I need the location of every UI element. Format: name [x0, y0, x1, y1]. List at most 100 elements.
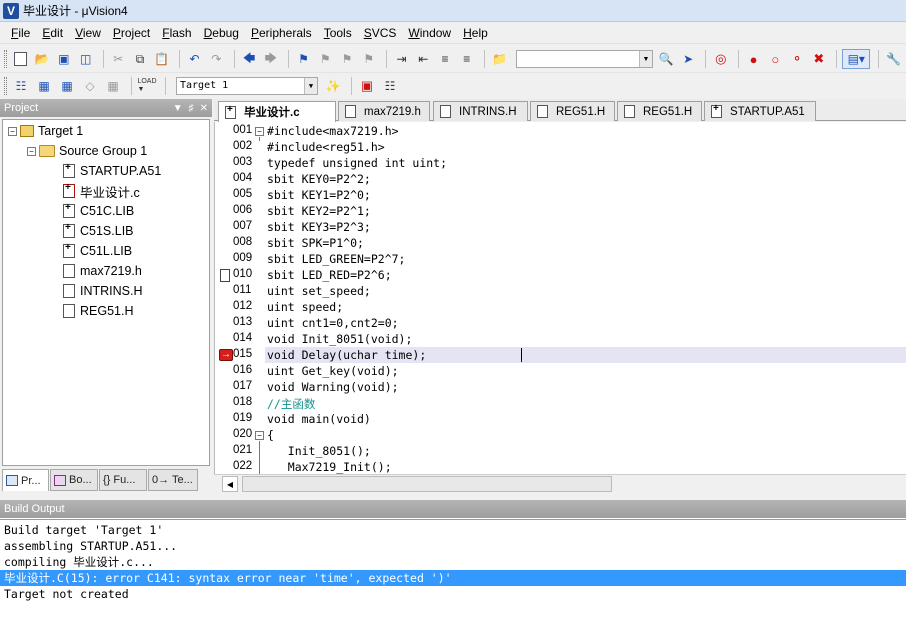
menu-project[interactable]: Project [108, 23, 157, 43]
line-gutter[interactable]: 001 002 003 004 005 006 007 008 009 010 011 012 013 0… [215, 122, 265, 474]
tree-item-file[interactable]: 毕业设计.c [63, 182, 140, 200]
tree-item-file[interactable]: STARTUP.A51 [63, 162, 161, 180]
tree-item-file[interactable]: REG51.H [63, 302, 134, 320]
bookmark-next-button[interactable]: ⚑ [338, 49, 357, 69]
output-error-line[interactable]: 毕业设计.C(15): error C141: syntax error nea… [0, 570, 906, 586]
tree-item-file[interactable]: C51C.LIB [63, 202, 134, 220]
menu-tools[interactable]: Tools [319, 23, 359, 43]
nav-forward-button[interactable]: 🡆 [261, 49, 280, 69]
menu-svcs[interactable]: SVCS [359, 23, 404, 43]
find-button[interactable]: 🔍 [657, 49, 676, 69]
menu-file[interactable]: File [6, 23, 37, 43]
fold-toggle-icon[interactable]: − [255, 431, 264, 440]
indent-button[interactable]: ⇥ [392, 49, 411, 69]
menu-debug[interactable]: Debug [199, 23, 246, 43]
scrollbar-thumb[interactable] [242, 476, 612, 492]
bookmark-prev-button[interactable]: ⚑ [316, 49, 335, 69]
tree-item-target[interactable]: − Target 1 [8, 122, 83, 140]
fold-toggle-icon[interactable]: − [255, 127, 264, 136]
new-file-button[interactable] [11, 49, 30, 69]
save-button[interactable]: ▣ [54, 49, 73, 69]
menu-window[interactable]: Window [403, 23, 458, 43]
build-output-text[interactable]: Build target 'Target 1' assembling START… [0, 519, 906, 620]
configure-button[interactable]: 🔧 [884, 49, 903, 69]
tree-item-file[interactable]: INTRINS.H [63, 282, 143, 300]
translate-button[interactable]: ☷ [11, 76, 31, 96]
tree-item-file[interactable]: C51S.LIB [63, 222, 134, 240]
open-button[interactable]: 📂 [33, 49, 52, 69]
comment-button[interactable]: ≡ [436, 49, 455, 69]
window-layout-button[interactable]: ▤▾ [842, 49, 871, 69]
chevron-down-icon[interactable]: ▼ [638, 51, 652, 67]
save-all-button[interactable]: ◫ [76, 49, 95, 69]
chevron-down-icon[interactable]: ▼ [304, 78, 317, 94]
unindent-button[interactable]: ⇤ [414, 49, 433, 69]
bookmark-toggle-button[interactable]: ⚑ [294, 49, 313, 69]
copy-button[interactable]: ⧉ [131, 49, 150, 69]
tab-file[interactable]: REG51.H [530, 101, 615, 121]
find-combo[interactable]: ▼ [515, 50, 653, 68]
enable-breakpoint-button[interactable]: ○ [766, 49, 785, 69]
horizontal-scrollbar[interactable]: ◀ [214, 474, 906, 492]
build-button[interactable]: ▦ [34, 76, 54, 96]
batch-build-button[interactable]: ◇ [80, 76, 100, 96]
bookmark-icon[interactable] [220, 269, 230, 282]
tree-item-file[interactable]: max7219.h [63, 262, 142, 280]
incremental-find-button[interactable]: ➤ [679, 49, 698, 69]
find-in-files-icon: 📁 [492, 52, 507, 66]
cut-button[interactable]: ✂ [109, 49, 128, 69]
find-in-files-button[interactable]: 📁 [490, 49, 509, 69]
stop-build-button[interactable]: ▦ [103, 76, 123, 96]
tab-functions[interactable]: {} Fu... [99, 469, 147, 491]
tab-file[interactable]: STARTUP.A51 [704, 101, 816, 121]
kill-all-breakpoints-button[interactable]: ✖ [809, 49, 828, 69]
toolbar-grip[interactable] [4, 50, 7, 68]
close-icon[interactable]: ✕ [200, 103, 208, 114]
download-button[interactable]: LOAD ▼ [137, 76, 157, 96]
insert-breakpoint-button[interactable]: ● [744, 49, 763, 69]
debug-session-button[interactable]: ◎ [711, 49, 730, 69]
menu-view[interactable]: View [70, 23, 108, 43]
manage-books-button[interactable]: ☷ [380, 76, 400, 96]
manage-components-button[interactable]: ▣ [357, 76, 377, 96]
target-select[interactable]: Target 1 ▼ [176, 77, 318, 95]
target-options-button[interactable]: ✨ [323, 76, 343, 96]
tab-file[interactable]: REG51.H [617, 101, 702, 121]
tab-file[interactable]: max7219.h [338, 101, 430, 121]
tab-file[interactable]: INTRINS.H [433, 101, 528, 121]
collapse-toggle-icon[interactable]: − [27, 146, 36, 156]
uncomment-button[interactable]: ≡ [457, 49, 476, 69]
redo-button[interactable]: ↷ [207, 49, 226, 69]
undo-button[interactable]: ↶ [185, 49, 204, 69]
build-toolbar: ☷ ▦ ▦ ◇ ▦ LOAD ▼ Target 1 ▼ ✨ ▣ ☷ [0, 74, 906, 98]
menu-help[interactable]: Help [458, 23, 495, 43]
menu-peripherals[interactable]: Peripherals [246, 23, 319, 43]
collapse-toggle-icon[interactable]: − [8, 126, 17, 136]
nav-back-button[interactable]: 🡄 [240, 49, 259, 69]
project-panel-title: Project [4, 102, 39, 114]
paste-button[interactable]: 📋 [152, 49, 171, 69]
rebuild-button[interactable]: ▦ [57, 76, 77, 96]
panel-menu-icon[interactable]: ▼ [173, 103, 183, 114]
code-editor[interactable]: 001 002 003 004 005 006 007 008 009 010 011 012 013 0… [214, 122, 906, 474]
tab-project[interactable]: Pr... [2, 469, 49, 491]
line-number: 008 [233, 236, 253, 248]
pin-icon[interactable]: ♯ [189, 103, 194, 114]
code-line: sbit SPK=P1^0; [267, 236, 364, 250]
code-line: sbit LED_RED=P2^6; [267, 268, 392, 282]
output-line: Target not created [4, 587, 129, 601]
copy-icon: ⧉ [135, 51, 145, 66]
output-line: compiling 毕业设计.c... [4, 555, 154, 569]
tab-books[interactable]: Bo... [50, 469, 98, 491]
tree-item-group[interactable]: − Source Group 1 [27, 142, 147, 160]
menu-edit[interactable]: Edit [37, 23, 70, 43]
bookmark-clear-button[interactable]: ⚑ [359, 49, 378, 69]
tree-item-file[interactable]: C51L.LIB [63, 242, 132, 260]
tab-file[interactable]: 毕业设计.c [218, 101, 336, 122]
header-file-icon [63, 264, 75, 278]
disable-all-breakpoints-button[interactable]: ⚬ [788, 49, 807, 69]
toolbar-grip[interactable] [4, 77, 7, 95]
tab-templates[interactable]: 0→ Te... [148, 469, 198, 491]
menu-flash[interactable]: Flash [157, 23, 198, 43]
scroll-left-icon[interactable]: ◀ [222, 476, 238, 492]
